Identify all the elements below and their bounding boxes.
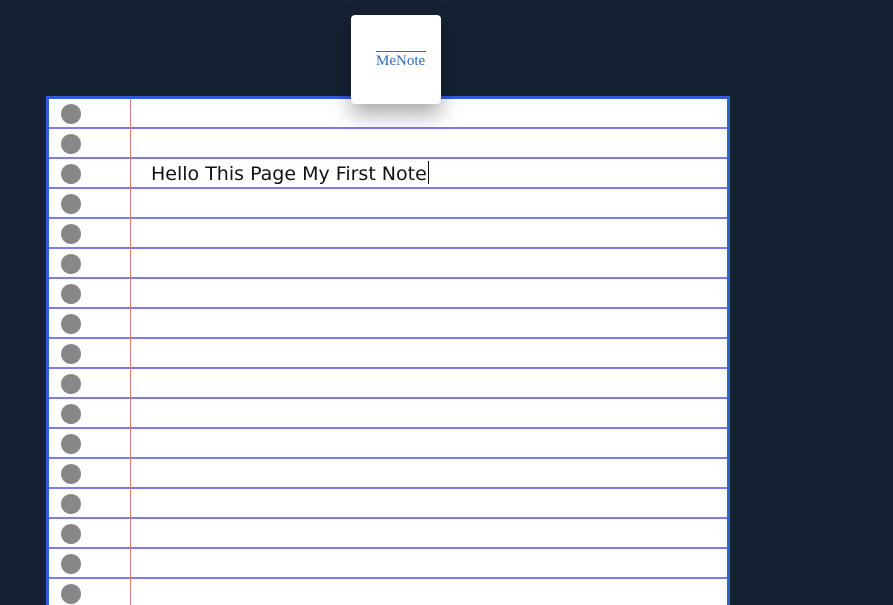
binder-hole-icon [61,224,81,244]
note-text-content: Hello This Page My First Note [151,163,427,185]
binder-hole-icon [61,404,81,424]
binder-hole-icon [61,374,81,394]
app-logo-text: MeNote [376,53,426,69]
binder-hole-icon [61,584,81,604]
binder-hole-icon [61,464,81,484]
binder-hole-icon [61,494,81,514]
menote-logo-card[interactable]: MeNote [351,15,441,104]
binder-holes [61,99,81,605]
binder-hole-icon [61,434,81,454]
binder-hole-icon [61,104,81,124]
app-stage: MeNote Hello This Page My First Note [0,0,893,605]
binder-hole-icon [61,524,81,544]
note-text-editor[interactable]: Hello This Page My First Note [151,160,429,188]
binder-hole-icon [61,134,81,154]
margin-line [130,99,131,605]
text-cursor [427,161,429,184]
binder-hole-icon [61,164,81,184]
binder-hole-icon [61,344,81,364]
binder-hole-icon [61,284,81,304]
notebook-page[interactable]: Hello This Page My First Note [46,96,730,605]
binder-hole-icon [61,554,81,574]
binder-hole-icon [61,314,81,334]
binder-hole-icon [61,194,81,214]
binder-hole-icon [61,254,81,274]
